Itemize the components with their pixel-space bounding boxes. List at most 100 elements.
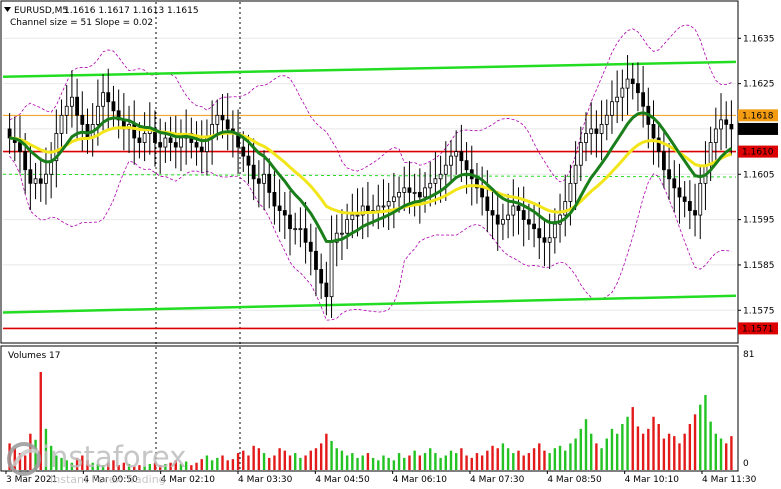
candle-body-94: [495, 214, 500, 225]
volume-bar-59: [314, 448, 318, 470]
candle-body-66: [350, 214, 355, 220]
candle-body-118: [620, 87, 625, 98]
candle-body-50: [267, 173, 272, 193]
volume-bar-72: [382, 455, 385, 470]
candle-body-85: [449, 155, 453, 166]
volume-bar-84: [444, 455, 447, 470]
volume-bar-114: [600, 448, 603, 470]
candle-body-71: [376, 205, 381, 211]
volume-bar-97: [512, 453, 515, 470]
volume-bar-139: [730, 436, 733, 470]
volume-bar-115: [605, 438, 608, 470]
volume-bar-56: [299, 457, 302, 470]
candle-body-51: [272, 191, 277, 207]
candle-body-41: [220, 114, 225, 121]
candle-body-75: [397, 191, 401, 198]
candle-body-103: [542, 237, 547, 243]
candle-body-12: [70, 96, 74, 107]
volume-bar-85: [449, 450, 453, 470]
candle-body-122: [641, 92, 646, 107]
candle-body-104: [547, 237, 552, 243]
volume-bar-125: [657, 424, 660, 470]
volume-bar-107: [564, 450, 567, 470]
symbol-label: EURUSD,M5: [14, 6, 68, 16]
candle-body-100: [526, 219, 531, 225]
price-axis: 1.1635 1.1625 1.1615 1.1605 1.1595 1.1585 1.15…: [738, 34, 775, 316]
candle-body-6: [38, 178, 43, 184]
candle-body-24: [132, 124, 137, 139]
candle-body-13: [75, 96, 80, 116]
candle-body-59: [314, 250, 318, 270]
volume-bar-75: [397, 453, 401, 470]
volume-bar-48: [257, 448, 261, 470]
volume-bar-136: [714, 433, 718, 470]
volume-bar-44: [236, 453, 240, 470]
volume-bar-130: [683, 433, 686, 470]
volume-bar-43: [231, 459, 235, 470]
candle-body-37: [199, 146, 204, 152]
volume-bar-101: [532, 448, 536, 470]
candle-body-7: [44, 173, 48, 184]
volume-bar-116: [610, 428, 614, 470]
candle-body-2: [18, 142, 22, 153]
candle-body-52: [277, 205, 282, 211]
volume-bar-50: [268, 457, 271, 470]
volume-bar-122: [641, 433, 645, 470]
candle-body-74: [391, 196, 396, 202]
volume-bar-91: [480, 455, 484, 470]
volume-bar-41: [221, 455, 224, 470]
candle-body-96: [506, 214, 511, 220]
candle-body-110: [578, 142, 583, 166]
volume-bar-94: [496, 448, 499, 470]
volume-bar-126: [662, 438, 666, 470]
candle-body-133: [698, 182, 703, 216]
candle-body-4: [28, 169, 33, 184]
volume-bar-42: [226, 460, 229, 470]
candle-body-128: [672, 178, 677, 189]
candle-body-116: [610, 101, 614, 116]
volume-title: Volumes 17: [8, 351, 60, 361]
candle-body-79: [417, 191, 422, 198]
candle-body-30: [163, 137, 168, 148]
volume-bar-86: [454, 453, 458, 470]
volume-bar-106: [558, 445, 562, 470]
watermark-tagline: Instant Forex Trading: [50, 473, 166, 486]
candle-body-115: [604, 114, 609, 125]
volume-bar-118: [621, 424, 624, 470]
candle-body-98: [516, 205, 521, 211]
price-tag-text-1: 1.1615: [742, 125, 774, 135]
candle-body-132: [693, 210, 697, 216]
volume-bar-105: [553, 448, 557, 470]
candle-body-113: [594, 128, 599, 134]
volume-bar-39: [210, 460, 214, 470]
volume-bar-82: [434, 453, 437, 470]
volume-bar-54: [288, 455, 292, 470]
candle-body-81: [428, 182, 433, 189]
volume-bar-124: [652, 416, 655, 470]
candle-body-86: [454, 151, 459, 157]
volume-bar-119: [626, 416, 629, 470]
candle-body-53: [282, 210, 287, 216]
volume-bar-69: [366, 453, 370, 470]
candle-body-99: [521, 210, 526, 221]
volume-bar-38: [205, 455, 209, 470]
candle-body-25: [137, 137, 142, 143]
candle-body-56: [298, 228, 303, 231]
volume-bar-110: [579, 428, 583, 470]
candle-body-32: [173, 142, 178, 148]
candle-body-58: [308, 241, 313, 252]
volume-bar-58: [309, 450, 312, 470]
candle-body-73: [386, 201, 391, 207]
candle-body-111: [584, 133, 588, 143]
volume-bar-67: [356, 457, 359, 470]
candle-body-18: [101, 92, 105, 107]
candle-body-14: [80, 114, 85, 125]
candle-body-126: [661, 151, 666, 171]
volume-bar-104: [548, 453, 551, 470]
volume-bar-99: [522, 455, 525, 470]
volume-bar-108: [569, 443, 572, 470]
volume-bar-62: [330, 440, 333, 470]
y-tick-label-0: 1.1635: [743, 34, 775, 44]
volume-bar-129: [678, 443, 681, 470]
price-tag-text-2: 1.1610: [742, 148, 774, 158]
